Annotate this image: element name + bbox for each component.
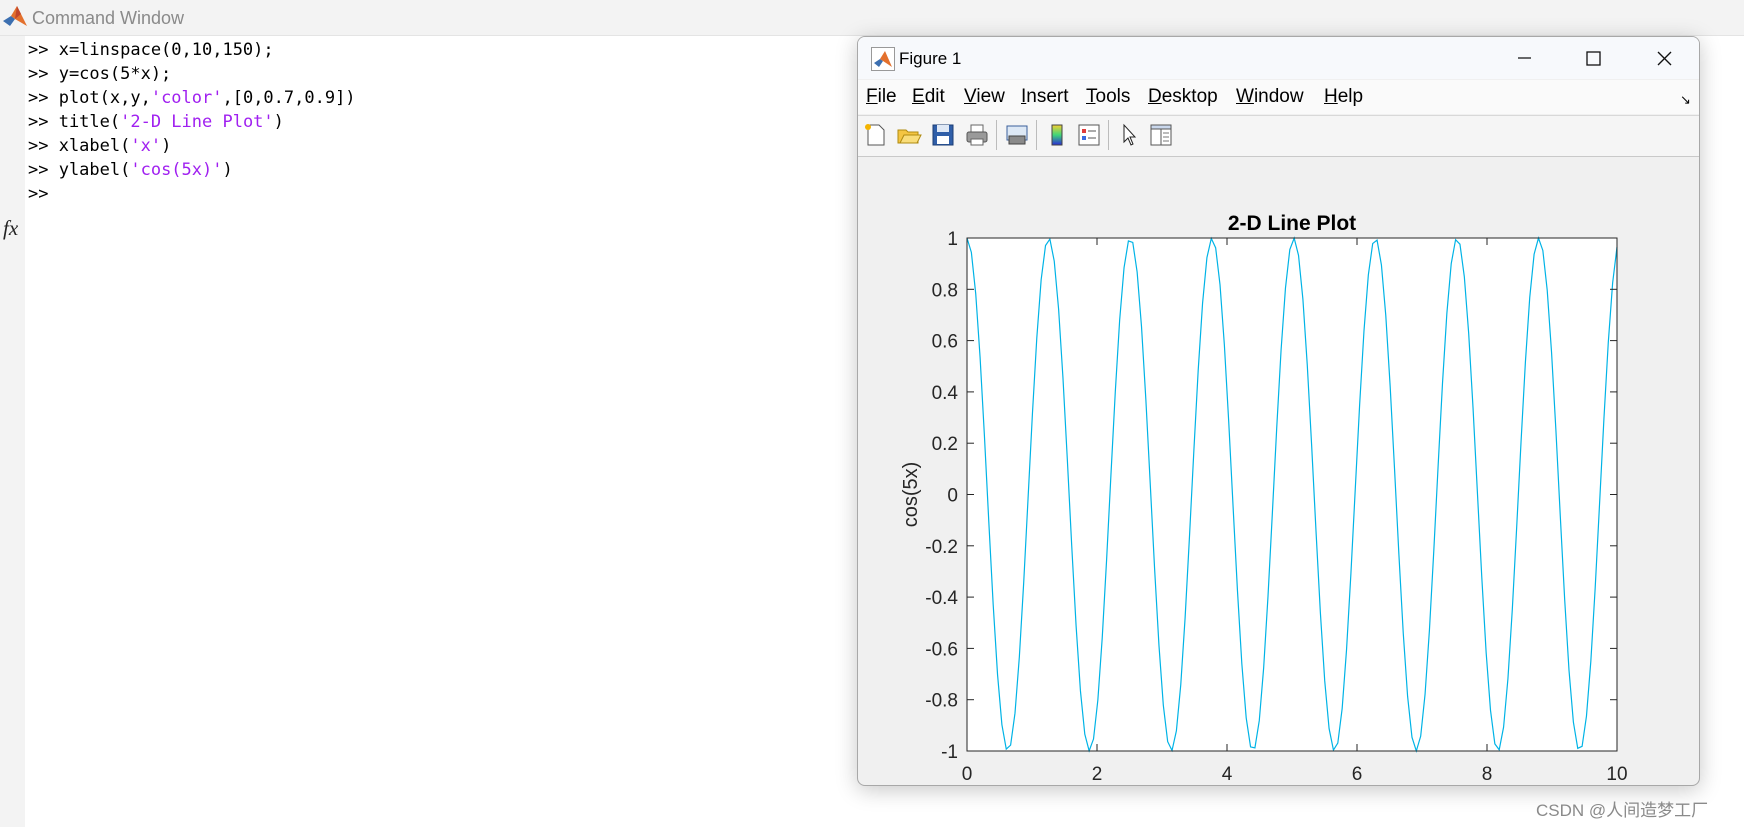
chart-title: 2-D Line Plot bbox=[1228, 212, 1356, 235]
open-file-icon[interactable] bbox=[896, 122, 922, 148]
maximize-icon[interactable] bbox=[1573, 44, 1613, 72]
toolbar-separator bbox=[996, 120, 997, 150]
code-text: >> xlabel( bbox=[28, 136, 131, 156]
y-tick-label: 0.2 bbox=[932, 434, 958, 455]
colorbar-icon[interactable] bbox=[1044, 122, 1070, 148]
code-text: >> y=cos(5*x); bbox=[28, 64, 172, 84]
string-literal: '2-D Line Plot' bbox=[120, 112, 274, 132]
code-text: ) bbox=[273, 112, 284, 132]
command-line: >> x=linspace(0,10,150); bbox=[28, 38, 356, 62]
command-prompt: >> bbox=[28, 182, 356, 206]
menu-edit[interactable]: Edit bbox=[912, 86, 945, 108]
figure-menubar: File Edit View Insert Tools Desktop Wind… bbox=[858, 80, 1699, 114]
x-tick-label: 4 bbox=[1222, 764, 1233, 785]
command-window-titlebar: Command Window bbox=[0, 0, 1744, 36]
minimize-icon[interactable] bbox=[1504, 44, 1544, 72]
dock-figure-icon[interactable]: ↘ bbox=[1680, 92, 1691, 108]
code-text: >> x=linspace(0,10,150); bbox=[28, 40, 274, 60]
line-chart[interactable]: 0 2 4 6 8 10 -1 -0.8 -0.6 -0.4 -0.2 0 0.2 0.4 0.6 0.8 1 2… bbox=[858, 157, 1699, 785]
menu-view[interactable]: View bbox=[964, 86, 1005, 108]
y-axis-label: cos(5x) bbox=[900, 462, 922, 528]
y-tick-label: 0.6 bbox=[932, 332, 958, 353]
menu-tools[interactable]: Tools bbox=[1086, 86, 1130, 108]
y-tick-label: 0.4 bbox=[932, 383, 959, 404]
plot-area[interactable]: 0 2 4 6 8 10 -1 -0.8 -0.6 -0.4 -0.2 0 0.2 0.4 0.6 0.8 1 2… bbox=[858, 157, 1699, 785]
print-icon[interactable] bbox=[964, 122, 990, 148]
command-window-title: Command Window bbox=[32, 8, 185, 28]
close-icon[interactable] bbox=[1644, 44, 1684, 72]
y-tick-label: 1 bbox=[947, 229, 958, 250]
menu-insert[interactable]: Insert bbox=[1021, 86, 1069, 108]
menu-help[interactable]: Help bbox=[1324, 86, 1363, 108]
toolbar-separator bbox=[1108, 120, 1109, 150]
print-preview-icon[interactable] bbox=[1004, 122, 1030, 148]
save-icon[interactable] bbox=[930, 122, 956, 148]
watermark: CSDN @人间造梦工厂 bbox=[1536, 801, 1709, 820]
string-literal: 'cos(5x)' bbox=[130, 160, 223, 180]
code-text: >> ylabel( bbox=[28, 160, 131, 180]
y-tick-label: -0.2 bbox=[925, 537, 958, 558]
y-tick-label: -0.4 bbox=[925, 588, 958, 609]
x-tick-label: 2 bbox=[1092, 764, 1103, 785]
menu-desktop[interactable]: Desktop bbox=[1148, 86, 1218, 108]
matlab-figure-icon bbox=[871, 47, 895, 71]
code-text: >> title( bbox=[28, 112, 121, 132]
command-line: >> y=cos(5*x); bbox=[28, 62, 356, 86]
string-literal: 'color' bbox=[150, 88, 223, 108]
property-inspector-icon[interactable] bbox=[1148, 122, 1174, 148]
y-tick-label: -0.8 bbox=[925, 691, 958, 712]
code-text: ) bbox=[222, 160, 233, 180]
menu-file[interactable]: File bbox=[866, 86, 897, 108]
y-tick-label: 0 bbox=[947, 486, 958, 507]
command-window-gutter: fx bbox=[0, 36, 25, 827]
command-window-content[interactable]: >> x=linspace(0,10,150); >> y=cos(5*x); >>… bbox=[28, 38, 356, 206]
legend-icon[interactable] bbox=[1076, 122, 1102, 148]
string-literal: 'x' bbox=[130, 136, 162, 156]
code-text: ,[0,0.7,0.9]) bbox=[222, 88, 356, 108]
code-text: >> plot(x,y, bbox=[28, 88, 151, 108]
command-line: >> xlabel('x') bbox=[28, 134, 356, 158]
x-tick-label: 0 bbox=[962, 764, 973, 785]
axes-background bbox=[967, 238, 1617, 751]
matlab-logo-icon bbox=[3, 6, 27, 26]
command-line: >> ylabel('cos(5x)') bbox=[28, 158, 356, 182]
y-tick-label: -0.6 bbox=[925, 639, 958, 660]
x-tick-label: 8 bbox=[1482, 764, 1493, 785]
command-line: >> plot(x,y,'color',[0,0.7,0.9]) bbox=[28, 86, 356, 110]
figure-toolbar bbox=[858, 115, 1699, 157]
menu-window[interactable]: Window bbox=[1236, 86, 1304, 108]
function-browser-icon[interactable]: fx bbox=[3, 216, 18, 241]
y-tick-label: 0.8 bbox=[932, 280, 958, 301]
y-tick-label: -1 bbox=[941, 742, 958, 763]
toolbar-separator bbox=[1036, 120, 1037, 150]
code-text: >> bbox=[28, 184, 49, 204]
figure-titlebar[interactable]: Figure 1 bbox=[858, 37, 1699, 79]
pointer-icon[interactable] bbox=[1116, 122, 1142, 148]
code-text: ) bbox=[161, 136, 172, 156]
figure-window[interactable]: Figure 1 File Edit View Insert Tools Des… bbox=[857, 36, 1700, 786]
new-figure-icon[interactable] bbox=[862, 122, 888, 148]
x-tick-label: 6 bbox=[1352, 764, 1363, 785]
figure-title: Figure 1 bbox=[899, 49, 962, 68]
x-tick-label: 10 bbox=[1606, 764, 1627, 785]
command-line: >> title('2-D Line Plot') bbox=[28, 110, 356, 134]
